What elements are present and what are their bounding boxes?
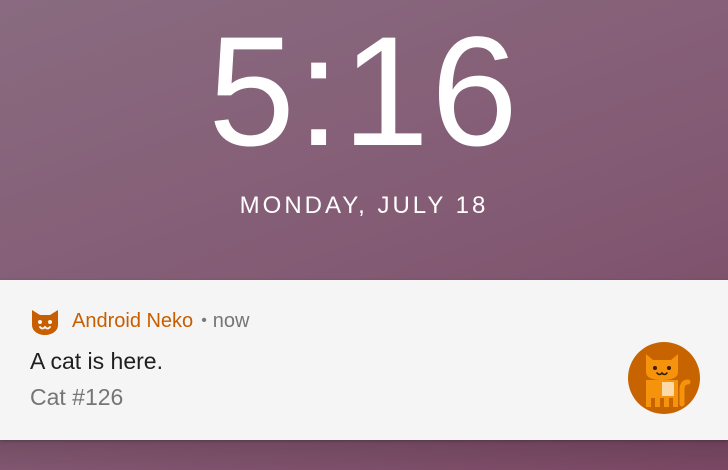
notification-title: A cat is here. (30, 348, 163, 374)
header-separator: • (201, 312, 207, 329)
lock-date: MONDAY, JULY 18 (239, 192, 489, 219)
notification-time: now (212, 309, 250, 332)
notification-app-name: Android Neko (72, 309, 194, 332)
lock-screen: 5:16 MONDAY, JULY 18 Android Neko • now … (0, 0, 728, 470)
notification-card[interactable]: Android Neko • now A cat is here. Cat #1… (0, 280, 728, 440)
lock-clock: 5:16 (208, 5, 520, 179)
cat-face-icon (30, 306, 60, 336)
bottom-shade (0, 440, 728, 470)
notification-header: Android Neko • now (30, 306, 250, 336)
cat-avatar-icon (628, 342, 700, 414)
notification-text: Cat #126 (30, 384, 124, 410)
